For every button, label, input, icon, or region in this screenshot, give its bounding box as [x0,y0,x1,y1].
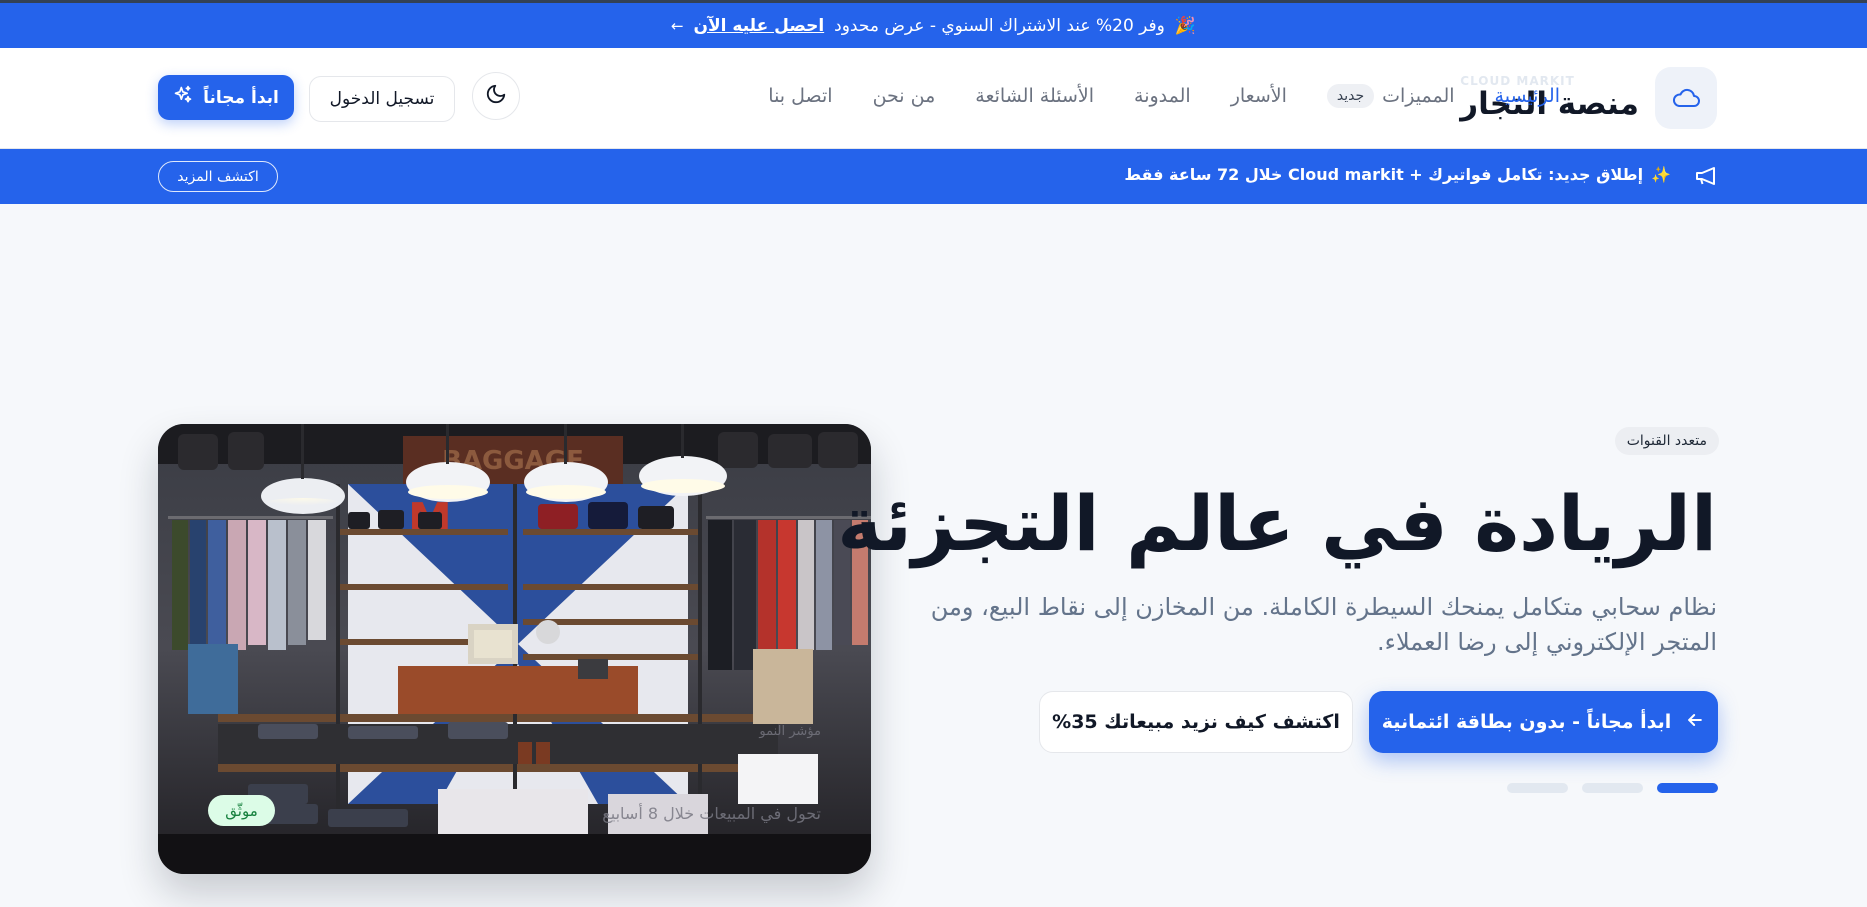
cloud-icon [1655,67,1717,129]
nav-item-faq[interactable]: الأسئلة الشائعة [975,85,1094,107]
promo-bar: 🎉 وفر 20% عند الاشتراك السنوي - عرض محدو… [0,0,1867,48]
moon-icon [485,83,507,109]
start-free-label: ابدأ مجاناً [203,87,279,108]
start-free-cta-label: ابدأ مجاناً - بدون بطاقة ائتمانية [1381,711,1672,733]
category-chip: متعدد القنوات [1614,427,1719,455]
promo-link[interactable]: احصل عليه الآن [694,16,825,36]
announcement-text-group: ✨ إطلاق جديد: تكامل فواتيرك + Cloud mark… [1124,165,1671,184]
discover-more-button[interactable]: اكتشف المزيد [158,161,278,192]
site-header: CLOUD MARKIT منصة التجار الرئيسية المميز… [0,48,1867,149]
carousel-dot[interactable] [1507,783,1568,793]
nav-item-contact[interactable]: اتصل بنا [768,85,832,107]
verified-badge: موثّق [208,795,275,826]
hero-description: نظام سحابي متكامل يمنحك السيطرة الكاملة.… [930,593,1717,656]
nav-item-features-label: المميزات [1382,85,1455,107]
nav-item-pricing[interactable]: الأسعار [1231,85,1287,107]
growth-indicator-label: مؤشر النمو [759,724,821,739]
discover-sales-cta-button[interactable]: اكتشف كيف نزيد مبيعاتك 35% [1039,691,1353,753]
carousel-dot[interactable] [1582,783,1643,793]
nav-item-about[interactable]: من نحن [873,85,936,107]
arrow-left-icon: ← [670,16,684,35]
carousel-dot[interactable] [1657,783,1718,793]
main-nav: الرئيسية المميزات جديد الأسعار المدونة ا… [768,84,1560,108]
announcement-text: إطلاق جديد: تكامل فواتيرك + Cloud markit… [1124,165,1644,184]
party-emoji-icon: 🎉 [1174,15,1197,36]
sparkles-icon [173,85,193,110]
carousel-indicators [1507,783,1718,793]
nav-item-blog[interactable]: المدونة [1134,85,1191,107]
nav-item-home[interactable]: الرئيسية [1495,85,1560,107]
login-button[interactable]: تسجيل الدخول [309,76,455,122]
arrow-left-icon [1685,710,1705,735]
nav-item-features[interactable]: المميزات جديد [1326,84,1455,108]
new-badge: جديد [1326,84,1375,108]
start-free-cta-button[interactable]: ابدأ مجاناً - بدون بطاقة ائتمانية [1369,691,1718,753]
sparkle-emoji-icon: ✨ [1651,165,1671,184]
announcement-bar: ✨ إطلاق جديد: تكامل فواتيرك + Cloud mark… [0,149,1867,204]
hero-title: الريادة في عالم التجزئة [837,479,1717,568]
promo-text: وفر 20% عند الاشتراك السنوي - عرض محدود [834,15,1165,36]
sales-transformation-caption: تحول في المبيعات خلال 8 أسابيع [602,804,821,823]
start-free-button[interactable]: ابدأ مجاناً [158,75,294,120]
hero-image: BAGGAGE M [158,424,871,874]
megaphone-icon [1693,165,1717,191]
theme-toggle-button[interactable] [472,72,520,120]
